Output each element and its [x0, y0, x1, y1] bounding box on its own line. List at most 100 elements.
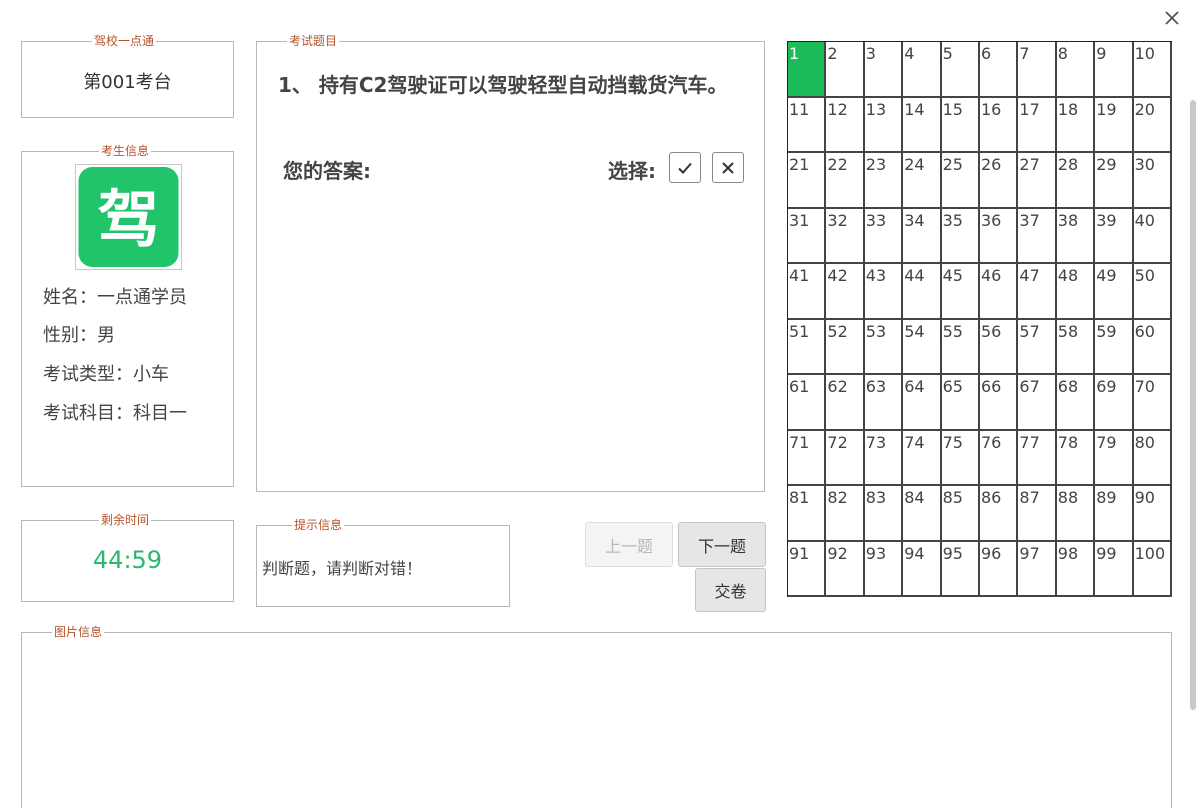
question-cell-32[interactable]: 32 — [826, 208, 865, 264]
question-cell-99[interactable]: 99 — [1095, 541, 1134, 597]
question-cell-34[interactable]: 34 — [903, 208, 942, 264]
question-cell-77[interactable]: 77 — [1018, 430, 1057, 486]
question-cell-70[interactable]: 70 — [1133, 375, 1172, 431]
question-cell-82[interactable]: 82 — [826, 486, 865, 542]
question-cell-20[interactable]: 20 — [1133, 97, 1172, 153]
question-cell-15[interactable]: 15 — [941, 97, 980, 153]
question-cell-21[interactable]: 21 — [788, 153, 827, 209]
question-cell-94[interactable]: 94 — [903, 541, 942, 597]
question-cell-69[interactable]: 69 — [1095, 375, 1134, 431]
question-cell-47[interactable]: 47 — [1018, 264, 1057, 320]
question-cell-42[interactable]: 42 — [826, 264, 865, 320]
question-cell-54[interactable]: 54 — [903, 319, 942, 375]
question-cell-12[interactable]: 12 — [826, 97, 865, 153]
question-cell-24[interactable]: 24 — [903, 153, 942, 209]
question-cell-50[interactable]: 50 — [1133, 264, 1172, 320]
question-cell-5[interactable]: 5 — [941, 42, 980, 98]
question-cell-23[interactable]: 23 — [864, 153, 904, 209]
question-cell-56[interactable]: 56 — [980, 319, 1019, 375]
question-cell-33[interactable]: 33 — [864, 208, 904, 264]
question-cell-38[interactable]: 38 — [1056, 208, 1096, 264]
question-cell-81[interactable]: 81 — [788, 486, 827, 542]
question-cell-53[interactable]: 53 — [864, 319, 904, 375]
question-cell-63[interactable]: 63 — [864, 375, 904, 431]
question-cell-89[interactable]: 89 — [1095, 486, 1134, 542]
question-cell-84[interactable]: 84 — [903, 486, 942, 542]
question-cell-59[interactable]: 59 — [1095, 319, 1134, 375]
false-button[interactable] — [712, 152, 744, 183]
question-cell-8[interactable]: 8 — [1056, 42, 1096, 98]
question-cell-31[interactable]: 31 — [788, 208, 827, 264]
question-cell-80[interactable]: 80 — [1133, 430, 1172, 486]
scrollbar[interactable] — [1190, 100, 1196, 710]
question-cell-86[interactable]: 86 — [980, 486, 1019, 542]
question-cell-44[interactable]: 44 — [903, 264, 942, 320]
question-cell-62[interactable]: 62 — [826, 375, 865, 431]
question-cell-35[interactable]: 35 — [941, 208, 980, 264]
question-cell-7[interactable]: 7 — [1018, 42, 1057, 98]
close-button[interactable] — [1160, 6, 1184, 30]
question-cell-19[interactable]: 19 — [1095, 97, 1134, 153]
question-cell-37[interactable]: 37 — [1018, 208, 1057, 264]
question-cell-97[interactable]: 97 — [1018, 541, 1057, 597]
question-cell-87[interactable]: 87 — [1018, 486, 1057, 542]
question-cell-78[interactable]: 78 — [1056, 430, 1096, 486]
question-cell-75[interactable]: 75 — [941, 430, 980, 486]
question-cell-46[interactable]: 46 — [980, 264, 1019, 320]
question-cell-48[interactable]: 48 — [1056, 264, 1096, 320]
question-cell-91[interactable]: 91 — [788, 541, 827, 597]
question-cell-73[interactable]: 73 — [864, 430, 904, 486]
question-cell-43[interactable]: 43 — [864, 264, 904, 320]
question-cell-13[interactable]: 13 — [864, 97, 904, 153]
question-cell-36[interactable]: 36 — [980, 208, 1019, 264]
question-cell-26[interactable]: 26 — [980, 153, 1019, 209]
question-cell-16[interactable]: 16 — [980, 97, 1019, 153]
question-cell-29[interactable]: 29 — [1095, 153, 1134, 209]
question-cell-60[interactable]: 60 — [1133, 319, 1172, 375]
question-cell-98[interactable]: 98 — [1056, 541, 1096, 597]
question-cell-14[interactable]: 14 — [903, 97, 942, 153]
question-cell-28[interactable]: 28 — [1056, 153, 1096, 209]
question-cell-65[interactable]: 65 — [941, 375, 980, 431]
next-question-button[interactable]: 下一题 — [678, 522, 766, 567]
close-icon[interactable] — [1160, 6, 1184, 30]
question-cell-71[interactable]: 71 — [788, 430, 827, 486]
question-cell-25[interactable]: 25 — [941, 153, 980, 209]
question-cell-51[interactable]: 51 — [788, 319, 827, 375]
question-cell-79[interactable]: 79 — [1095, 430, 1134, 486]
question-cell-45[interactable]: 45 — [941, 264, 980, 320]
question-cell-9[interactable]: 9 — [1095, 42, 1134, 98]
question-cell-58[interactable]: 58 — [1056, 319, 1096, 375]
question-cell-27[interactable]: 27 — [1018, 153, 1057, 209]
question-cell-88[interactable]: 88 — [1056, 486, 1096, 542]
question-cell-100[interactable]: 100 — [1133, 541, 1172, 597]
question-cell-74[interactable]: 74 — [903, 430, 942, 486]
question-cell-17[interactable]: 17 — [1018, 97, 1057, 153]
question-cell-83[interactable]: 83 — [864, 486, 904, 542]
question-cell-55[interactable]: 55 — [941, 319, 980, 375]
question-cell-57[interactable]: 57 — [1018, 319, 1057, 375]
question-cell-66[interactable]: 66 — [980, 375, 1019, 431]
question-cell-22[interactable]: 22 — [826, 153, 865, 209]
question-cell-2[interactable]: 2 — [826, 42, 865, 98]
question-cell-41[interactable]: 41 — [788, 264, 827, 320]
question-cell-93[interactable]: 93 — [864, 541, 904, 597]
question-cell-40[interactable]: 40 — [1133, 208, 1172, 264]
question-cell-90[interactable]: 90 — [1133, 486, 1172, 542]
question-cell-6[interactable]: 6 — [980, 42, 1019, 98]
question-cell-52[interactable]: 52 — [826, 319, 865, 375]
question-cell-18[interactable]: 18 — [1056, 97, 1096, 153]
submit-exam-button[interactable]: 交卷 — [695, 568, 766, 612]
question-cell-72[interactable]: 72 — [826, 430, 865, 486]
question-cell-68[interactable]: 68 — [1056, 375, 1096, 431]
question-cell-4[interactable]: 4 — [903, 42, 942, 98]
question-cell-11[interactable]: 11 — [788, 97, 827, 153]
question-cell-49[interactable]: 49 — [1095, 264, 1134, 320]
question-cell-95[interactable]: 95 — [941, 541, 980, 597]
question-cell-67[interactable]: 67 — [1018, 375, 1057, 431]
question-cell-39[interactable]: 39 — [1095, 208, 1134, 264]
question-cell-76[interactable]: 76 — [980, 430, 1019, 486]
question-cell-1[interactable]: 1 — [788, 42, 827, 98]
question-cell-3[interactable]: 3 — [864, 42, 904, 98]
question-cell-96[interactable]: 96 — [980, 541, 1019, 597]
